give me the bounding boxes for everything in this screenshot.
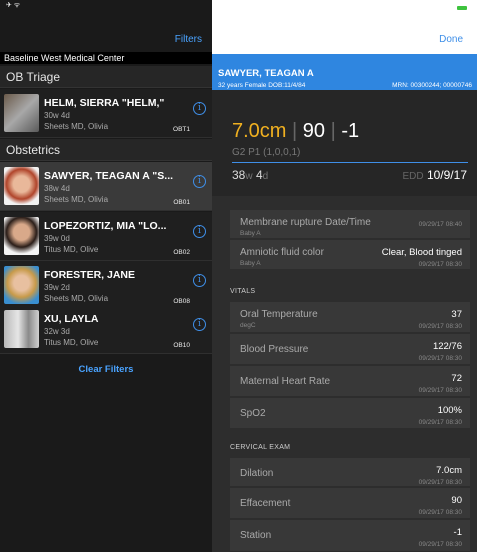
patient-list-pane: ✈ ᯤ Filters Baseline West Medical Center… <box>0 0 212 552</box>
summary-effacement: 90 <box>302 120 326 142</box>
membrane-rupture-row[interactable]: Membrane rupture Date/Time Baby A 09/29/… <box>230 210 470 239</box>
info-icon[interactable]: i <box>193 225 206 238</box>
patient-name: HELM, SIERRA "HELM," <box>44 97 165 109</box>
patient-banner: SAWYER, TEAGAN A 32 years Female DOB:11/… <box>212 54 477 90</box>
patient-row-lopezortiz[interactable]: LOPEZORTIZ, MIA "LO... 39w 0d Titus MD, … <box>0 212 212 261</box>
separator: | <box>292 120 298 142</box>
nav-bar: Done <box>212 0 477 54</box>
vital-row-temperature[interactable]: Oral Temperature degC 37 09/29/17 08:30 <box>230 302 470 333</box>
summary-station: -1 <box>341 120 360 142</box>
patient-photo <box>4 217 39 255</box>
provider: Sheets MD, Olivia <box>44 122 109 131</box>
cervical-summary: 7.0cm | 90 | -1 <box>232 120 359 143</box>
summary-dilation: 7.0cm <box>232 120 287 142</box>
bed-number: OB10 <box>173 342 190 349</box>
filters-button[interactable]: Filters <box>175 34 202 45</box>
cervical-row-station[interactable]: Station -1 09/29/17 08:30 <box>230 520 470 552</box>
section-obstetrics: Obstetrics <box>0 139 212 161</box>
banner-patient-name: SAWYER, TEAGAN A <box>218 68 314 79</box>
patient-row-xu[interactable]: XU, LAYLA 32w 3d Titus MD, Olive OB10 i <box>0 305 212 354</box>
provider: Sheets MD, Olivia <box>44 294 109 303</box>
patient-name: LOPEZORTIZ, MIA "LO... <box>44 220 167 232</box>
bed-number: OB02 <box>173 249 190 256</box>
gestational-age: 38w 4d <box>232 168 269 182</box>
banner-mrn: MRN: 00300244; 00000746 <box>392 82 472 89</box>
patient-detail-pane: Done SAWYER, TEAGAN A 32 years Female DO… <box>212 0 477 552</box>
info-icon[interactable]: i <box>193 318 206 331</box>
edd: EDD 10/9/17 <box>402 168 467 182</box>
banner-demographics: 32 years Female DOB:11/4/84 <box>218 82 306 89</box>
gestational-age: 30w 4d <box>44 111 70 120</box>
gestational-age: 39w 0d <box>44 234 70 243</box>
vitals-header: VITALS <box>230 288 256 295</box>
separator: | <box>330 120 336 142</box>
provider: Sheets MD, Olivia <box>44 195 109 204</box>
patient-row-sawyer[interactable]: SAWYER, TEAGAN A "S... 38w 4d Sheets MD,… <box>0 162 212 211</box>
gravida-para: G2 P1 (1,0,0,1) <box>232 147 301 158</box>
patient-name: FORESTER, JANE <box>44 269 136 281</box>
patient-photo <box>4 310 39 348</box>
battery-icon <box>457 6 467 10</box>
patient-name: XU, LAYLA <box>44 313 99 325</box>
patient-photo <box>4 167 39 205</box>
section-ob-triage: OB Triage <box>0 66 212 88</box>
clear-filters-button[interactable]: Clear Filters <box>0 364 212 375</box>
bed-number: OB08 <box>173 298 190 305</box>
info-icon[interactable]: i <box>193 274 206 287</box>
patient-row-helm[interactable]: HELM, SIERRA "HELM," 30w 4d Sheets MD, O… <box>0 89 212 138</box>
gestational-age: 39w 2d <box>44 283 70 292</box>
vital-row-heart-rate[interactable]: Maternal Heart Rate 72 09/29/17 08:30 <box>230 366 470 397</box>
vital-row-spo2[interactable]: SpO2 100% 09/29/17 08:30 <box>230 398 470 429</box>
patient-row-forester[interactable]: FORESTER, JANE 39w 2d Sheets MD, Olivia … <box>0 261 212 310</box>
bed-number: OB01 <box>173 199 190 206</box>
cervical-row-dilation[interactable]: Dilation 7.0cm 09/29/17 08:30 <box>230 458 470 487</box>
patient-name: SAWYER, TEAGAN A "S... <box>44 170 174 182</box>
gestational-age: 32w 3d <box>44 327 70 336</box>
status-bar: ✈ ᯤ <box>6 2 21 9</box>
edd-label: EDD <box>402 171 424 182</box>
done-button[interactable]: Done <box>439 34 463 45</box>
edd-value: 10/9/17 <box>426 168 467 182</box>
amniotic-fluid-row[interactable]: Amniotic fluid color Baby A Clear, Blood… <box>230 240 470 270</box>
info-icon[interactable]: i <box>193 175 206 188</box>
bed-number: OBT1 <box>173 126 190 133</box>
ga-divider <box>232 162 468 163</box>
patient-photo <box>4 266 39 304</box>
gestational-age: 38w 4d <box>44 184 70 193</box>
vital-row-blood-pressure[interactable]: Blood Pressure 122/76 09/29/17 08:30 <box>230 334 470 365</box>
patient-photo <box>4 94 39 132</box>
cervical-row-effacement[interactable]: Effacement 90 09/29/17 08:30 <box>230 488 470 519</box>
labor-summary: 7.0cm | 90 | -1 G2 P1 (1,0,0,1) 38w 4d E… <box>212 90 477 196</box>
facility-header: Baseline West Medical Center <box>0 52 212 64</box>
provider: Titus MD, Olive <box>44 338 99 347</box>
provider: Titus MD, Olive <box>44 245 99 254</box>
cervical-exam-header: CERVICAL EXAM <box>230 444 291 451</box>
info-icon[interactable]: i <box>193 102 206 115</box>
